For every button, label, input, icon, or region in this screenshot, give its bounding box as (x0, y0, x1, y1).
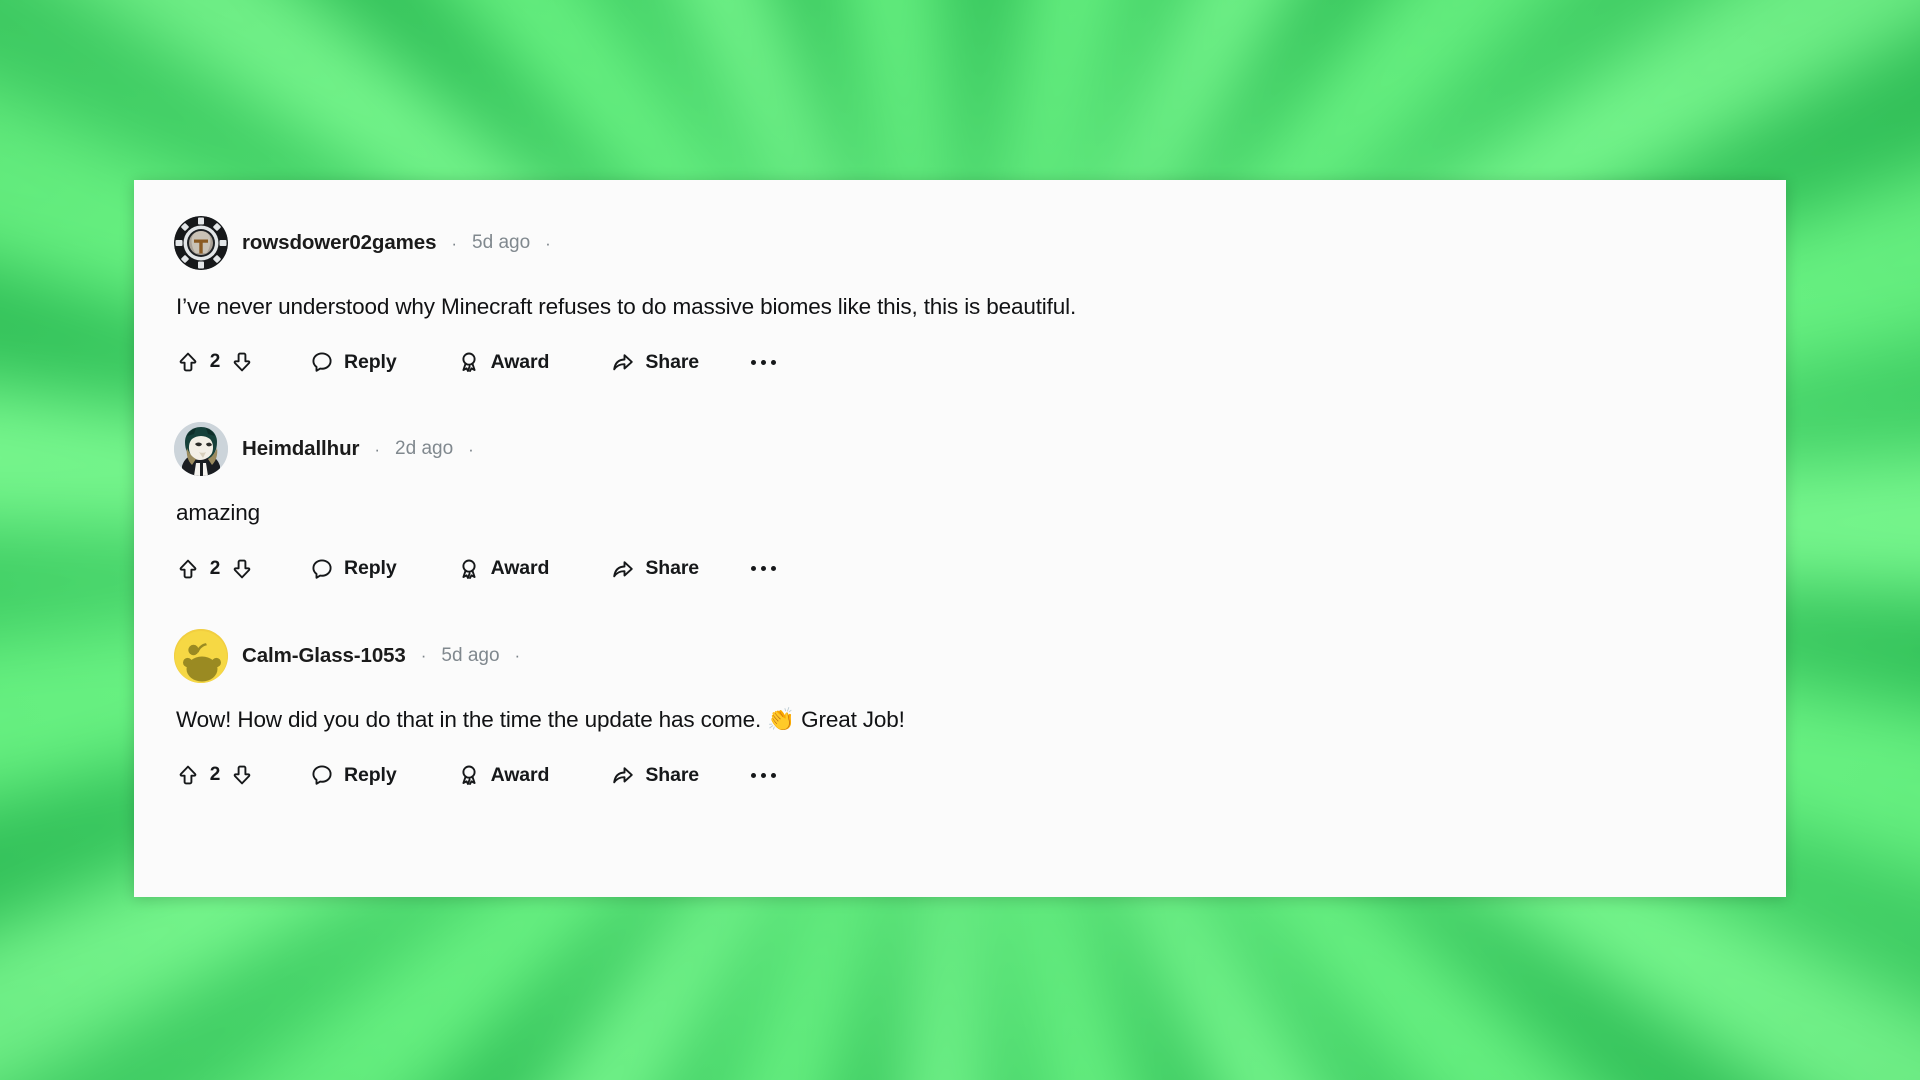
meta-separator: · (374, 439, 381, 459)
comment-body: Wow! How did you do that in the time the… (176, 706, 905, 732)
award-ribbon-icon (457, 557, 481, 581)
share-label: Share (645, 763, 700, 786)
meta-separator: · (468, 439, 474, 459)
ellipsis-icon[interactable] (747, 560, 780, 577)
comment-item: Heimdallhur · 2d ago · amazing 2 Reply A… (174, 380, 1746, 586)
dot (761, 772, 767, 778)
share-arrow-icon (611, 763, 635, 787)
reply-button[interactable]: Reply (310, 763, 397, 787)
vote-group: 2 (176, 763, 254, 787)
ellipsis-icon[interactable] (747, 767, 780, 784)
share-button[interactable]: Share (611, 763, 699, 787)
comment-action-bar: 2 Reply Award Share (176, 344, 1746, 380)
reply-label: Reply (344, 350, 397, 373)
comment-timestamp: 5d ago (441, 644, 500, 666)
avatar[interactable] (174, 628, 228, 683)
comment-username[interactable]: rowsdower02games (242, 231, 436, 255)
comment-header: Heimdallhur · 2d ago · (174, 422, 1746, 477)
comment-thread-card: rowsdower02games · 5d ago · I’ve never u… (134, 180, 1786, 897)
comment-bubble-icon (310, 350, 334, 374)
vote-count: 2 (209, 764, 221, 786)
downvote-arrow-icon[interactable] (230, 350, 254, 374)
comment-item: Calm-Glass-1053 · 5d ago · Wow! How did … (174, 587, 1746, 793)
meta-separator: · (451, 233, 458, 253)
upvote-arrow-icon[interactable] (176, 350, 200, 374)
comment-timestamp: 2d ago (395, 438, 454, 460)
share-arrow-icon (611, 557, 635, 581)
award-ribbon-icon (457, 763, 481, 787)
mandalorian-gear-avatar-art (174, 216, 228, 270)
award-ribbon-icon (457, 350, 481, 374)
reply-label: Reply (344, 557, 397, 580)
award-label: Award (490, 763, 550, 786)
share-arrow-icon (611, 350, 635, 374)
dot (751, 772, 757, 778)
award-button[interactable]: Award (457, 763, 550, 787)
award-label: Award (490, 557, 550, 580)
comment-body: I’ve never understood why Minecraft refu… (176, 294, 1077, 319)
comment-action-bar: 2 Reply Award Share (176, 551, 1746, 587)
avatar[interactable] (174, 422, 228, 477)
meta-separator: · (545, 233, 551, 253)
share-button[interactable]: Share (611, 557, 699, 581)
reply-label: Reply (344, 763, 397, 786)
upvote-arrow-icon[interactable] (176, 557, 200, 581)
dot (751, 566, 757, 572)
comment-timestamp: 5d ago (472, 232, 531, 253)
share-label: Share (645, 557, 700, 580)
award-button[interactable]: Award (457, 557, 550, 581)
comment-header: rowsdower02games · 5d ago · (174, 216, 1746, 270)
award-button[interactable]: Award (457, 350, 550, 374)
dot (771, 566, 777, 572)
vote-count: 2 (209, 351, 221, 373)
avatar[interactable] (174, 216, 228, 270)
comment-username[interactable]: Calm-Glass-1053 (242, 644, 406, 668)
vote-group: 2 (176, 557, 254, 581)
comment-action-bar: 2 Reply Award Share (176, 757, 1746, 793)
dot (751, 359, 757, 365)
yellow-snoo-avatar-art (174, 628, 228, 683)
downvote-arrow-icon[interactable] (230, 557, 254, 581)
vote-count: 2 (209, 557, 221, 579)
dot (761, 359, 767, 365)
meta-separator: · (420, 646, 427, 666)
vote-group: 2 (176, 350, 254, 374)
reply-button[interactable]: Reply (310, 557, 397, 581)
comment-body: amazing (176, 500, 260, 526)
comment-bubble-icon (310, 557, 334, 581)
downvote-arrow-icon[interactable] (230, 763, 254, 787)
dot (771, 772, 777, 778)
comment-username[interactable]: Heimdallhur (242, 437, 359, 461)
dot (771, 359, 777, 365)
award-label: Award (490, 350, 550, 373)
reply-button[interactable]: Reply (310, 350, 397, 374)
upvote-arrow-icon[interactable] (176, 763, 200, 787)
comment-item: rowsdower02games · 5d ago · I’ve never u… (174, 212, 1746, 380)
ellipsis-icon[interactable] (747, 354, 780, 371)
dot (761, 566, 767, 572)
comment-bubble-icon (310, 763, 334, 787)
share-button[interactable]: Share (611, 350, 699, 374)
comment-header: Calm-Glass-1053 · 5d ago · (174, 628, 1746, 683)
masked-character-avatar-art (174, 422, 228, 477)
share-label: Share (645, 350, 700, 373)
meta-separator: · (514, 646, 521, 666)
